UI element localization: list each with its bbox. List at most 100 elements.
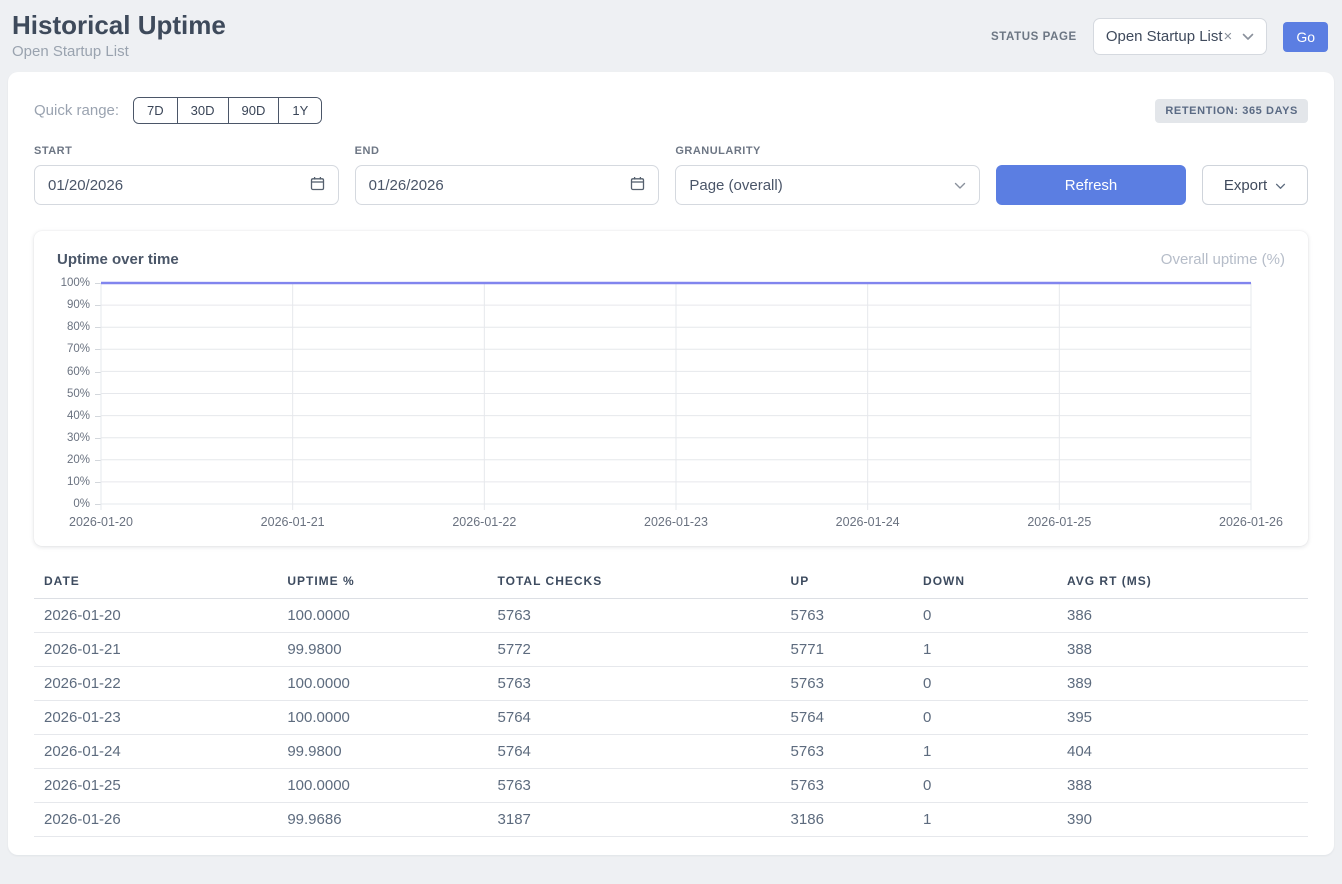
quick-range-90d[interactable]: 90D [228, 98, 279, 123]
status-page-select[interactable]: Open Startup List × [1093, 18, 1268, 55]
column-header: DATE [34, 570, 277, 599]
table-cell: 395 [1057, 701, 1308, 735]
x-axis-tick-label: 2026-01-21 [261, 515, 325, 529]
table-cell: 99.9686 [277, 803, 487, 837]
table-cell: 5771 [781, 633, 913, 667]
table-cell: 100.0000 [277, 701, 487, 735]
table-cell: 5772 [488, 633, 781, 667]
x-axis-tick-label: 2026-01-26 [1219, 515, 1283, 529]
title-block: Historical Uptime Open Startup List [12, 10, 226, 60]
table-cell: 0 [913, 667, 1057, 701]
granularity-selected-value: Page (overall) [689, 177, 782, 194]
table-header-row: DATEUPTIME %TOTAL CHECKSUPDOWNAVG RT (MS… [34, 570, 1308, 599]
end-date-group: END 01/26/2026 [355, 145, 660, 205]
y-axis-tick-label: 10% [57, 476, 101, 488]
table-cell: 390 [1057, 803, 1308, 837]
y-axis-tick-label: 40% [57, 410, 101, 422]
page-title: Historical Uptime [12, 10, 226, 41]
table-row: 2026-01-2699.9686318731861390 [34, 803, 1308, 837]
chart-plot-area [101, 283, 1251, 504]
chart-y-axis: 100%90%80%70%60%50%40%30%20%10%0% [57, 283, 101, 504]
table-cell: 100.0000 [277, 667, 487, 701]
calendar-icon[interactable] [310, 176, 325, 195]
quick-range-label: Quick range: [34, 102, 119, 119]
table-cell: 5763 [781, 769, 913, 803]
table-cell: 2026-01-26 [34, 803, 277, 837]
go-button[interactable]: Go [1283, 22, 1328, 52]
column-header: AVG RT (MS) [1057, 570, 1308, 599]
y-axis-tick-label: 0% [57, 498, 101, 510]
table-cell: 404 [1057, 735, 1308, 769]
table-row: 2026-01-23100.0000576457640395 [34, 701, 1308, 735]
chevron-down-icon [1275, 177, 1286, 194]
topbar: Historical Uptime Open Startup List STAT… [0, 0, 1342, 72]
uptime-table: DATEUPTIME %TOTAL CHECKSUPDOWNAVG RT (MS… [34, 570, 1308, 837]
table-cell: 2026-01-21 [34, 633, 277, 667]
granularity-label: GRANULARITY [675, 145, 980, 157]
table-cell: 389 [1057, 667, 1308, 701]
column-header: UP [781, 570, 913, 599]
calendar-icon[interactable] [630, 176, 645, 195]
table-row: 2026-01-2199.9800577257711388 [34, 633, 1308, 667]
start-date-label: START [34, 145, 339, 157]
table-cell: 2026-01-22 [34, 667, 277, 701]
retention-badge: RETENTION: 365 DAYS [1155, 99, 1308, 123]
quick-range-row: Quick range: 7D30D90D1Y RETENTION: 365 D… [34, 97, 1308, 124]
start-date-value: 01/20/2026 [48, 177, 123, 194]
chart-header: Uptime over time Overall uptime (%) [57, 251, 1285, 268]
table-cell: 1 [913, 803, 1057, 837]
table-cell: 3186 [781, 803, 913, 837]
table-cell: 388 [1057, 769, 1308, 803]
table-cell: 5764 [488, 701, 781, 735]
table-body: 2026-01-20100.00005763576303862026-01-21… [34, 599, 1308, 837]
table-cell: 3187 [488, 803, 781, 837]
chevron-down-icon [954, 177, 966, 194]
clear-selection-icon[interactable]: × [1224, 28, 1233, 45]
status-page-label: STATUS PAGE [991, 31, 1077, 43]
table-cell: 5763 [781, 667, 913, 701]
y-axis-tick-label: 80% [57, 321, 101, 333]
table-cell: 100.0000 [277, 769, 487, 803]
quick-range-30d[interactable]: 30D [177, 98, 228, 123]
start-date-input[interactable]: 01/20/2026 [34, 165, 339, 205]
export-button[interactable]: Export [1202, 165, 1308, 205]
column-header: DOWN [913, 570, 1057, 599]
chevron-down-icon [1242, 33, 1254, 41]
table-cell: 0 [913, 701, 1057, 735]
table-cell: 99.9800 [277, 633, 487, 667]
table-cell: 1 [913, 735, 1057, 769]
table-cell: 2026-01-24 [34, 735, 277, 769]
table-row: 2026-01-2499.9800576457631404 [34, 735, 1308, 769]
x-axis-tick-label: 2026-01-23 [644, 515, 708, 529]
table-cell: 5763 [488, 769, 781, 803]
filter-fields-row: START 01/20/2026 END 01/26/2026 GRANULAR… [34, 145, 1308, 205]
y-axis-tick-label: 60% [57, 366, 101, 378]
chart-title: Uptime over time [57, 251, 179, 268]
end-date-input[interactable]: 01/26/2026 [355, 165, 660, 205]
quick-range-7d[interactable]: 7D [134, 98, 177, 123]
export-button-label: Export [1224, 177, 1267, 194]
table-cell: 5763 [488, 667, 781, 701]
column-header: UPTIME % [277, 570, 487, 599]
refresh-button[interactable]: Refresh [996, 165, 1186, 205]
chart-svg [101, 283, 1251, 504]
table-cell: 386 [1057, 599, 1308, 633]
chart-legend: Overall uptime (%) [1161, 251, 1285, 268]
table-cell: 99.9800 [277, 735, 487, 769]
table-cell: 2026-01-20 [34, 599, 277, 633]
y-axis-tick-label: 100% [57, 277, 101, 289]
granularity-select[interactable]: Page (overall) [675, 165, 980, 205]
x-axis-tick-label: 2026-01-20 [69, 515, 133, 529]
x-axis-tick-label: 2026-01-25 [1027, 515, 1091, 529]
status-page-selected-value: Open Startup List [1106, 28, 1223, 45]
table-cell: 5763 [781, 735, 913, 769]
table-cell: 0 [913, 769, 1057, 803]
table-cell: 5764 [781, 701, 913, 735]
table-cell: 5763 [781, 599, 913, 633]
uptime-chart: 100%90%80%70%60%50%40%30%20%10%0% 2026-0… [57, 283, 1251, 534]
quick-range-1y[interactable]: 1Y [278, 98, 321, 123]
topbar-controls: STATUS PAGE Open Startup List × Go [991, 18, 1328, 55]
column-header: TOTAL CHECKS [488, 570, 781, 599]
table-cell: 2026-01-25 [34, 769, 277, 803]
quick-range-group: 7D30D90D1Y [133, 97, 322, 124]
